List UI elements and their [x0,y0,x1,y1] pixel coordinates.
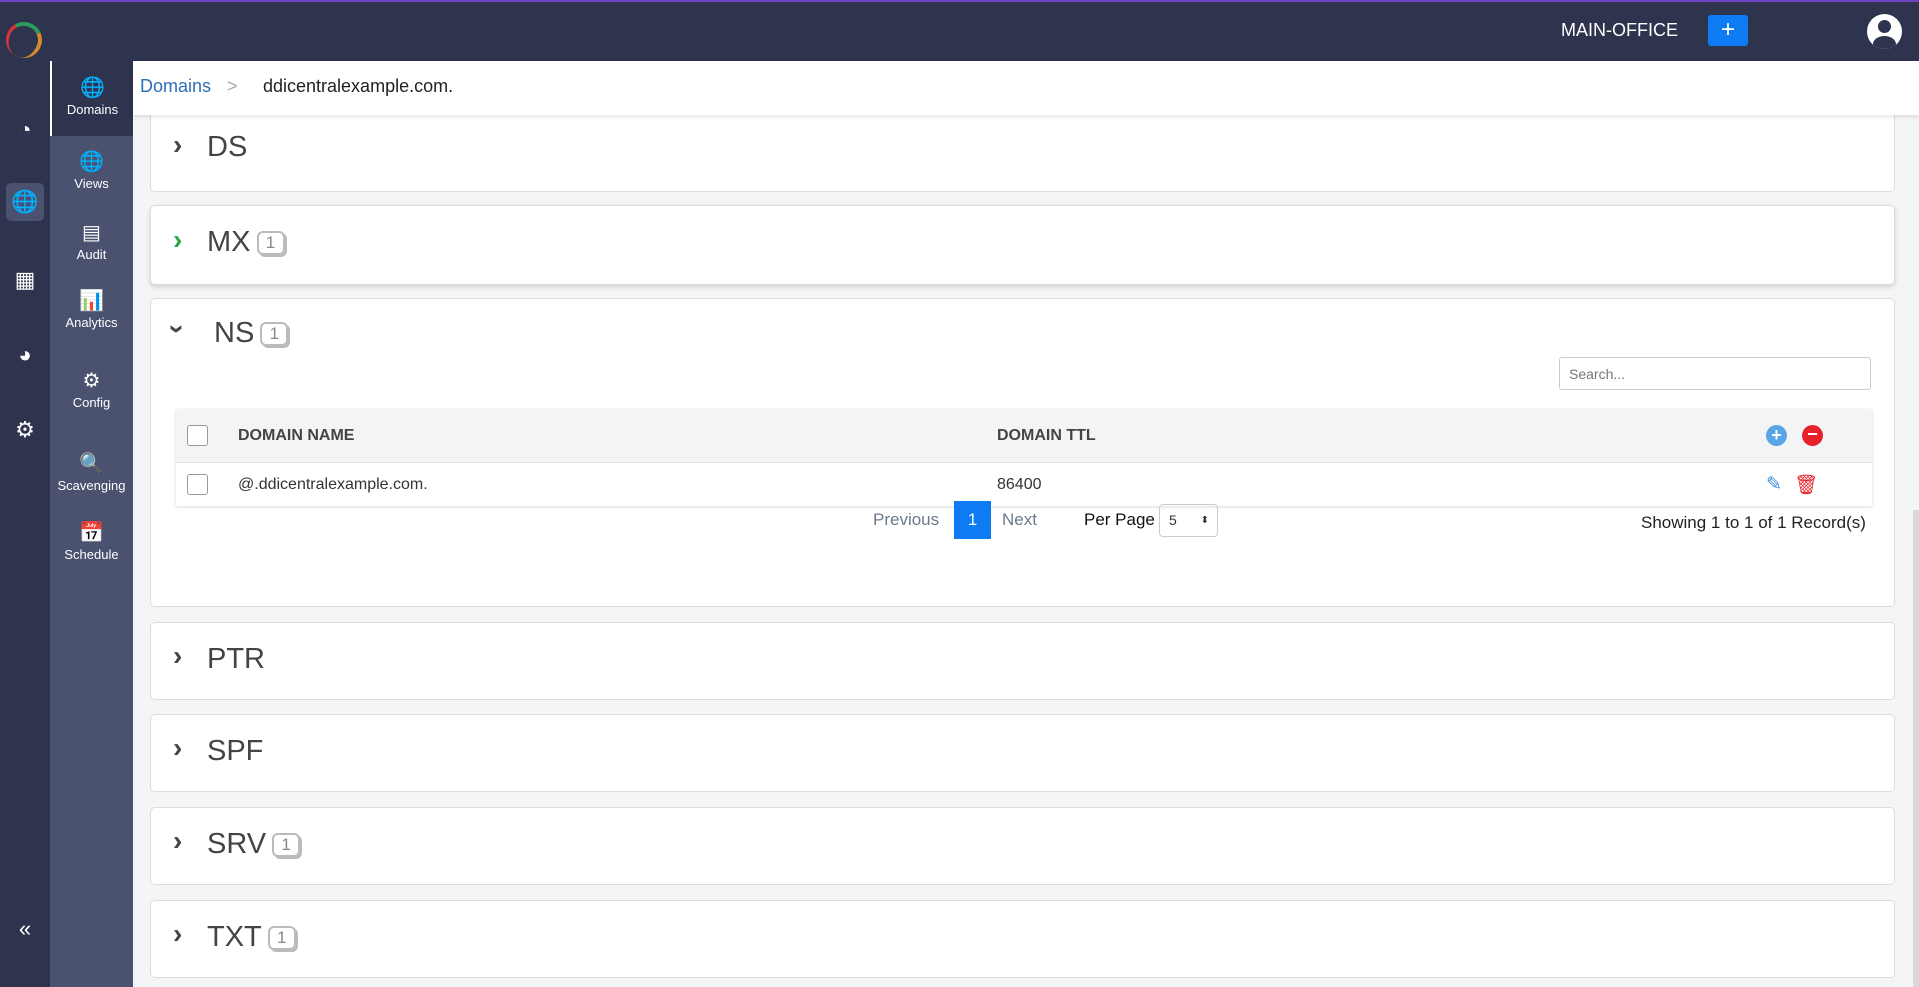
section-ns: › NS1 DOMAIN NAME DOMAIN TTL + − @.ddice… [150,298,1895,607]
main-rail: ◔ 🌐 ▦ ◕ ⚙ « [0,61,50,987]
column-domain-name[interactable]: DOMAIN NAME [238,427,354,445]
section-title-text: NS [214,317,255,349]
previous-button[interactable]: Previous [873,501,939,539]
breadcrumb-domains-link[interactable]: Domains [140,76,211,97]
analytics-icon: 📊 [79,290,104,312]
sidebar-label: Scavenging [57,478,126,493]
showing-records-text: Showing 1 to 1 of 1 Record(s) [1641,513,1866,532]
dns-sidebar: 🌐 Domains 🌐 Views ▤ Audit 📊 Analytics ⚙ Confi… [50,61,133,987]
per-page-value: 5 [1169,512,1177,528]
section-title[interactable]: PTR [207,643,265,676]
scavenging-icon: 🔍 [79,453,104,475]
user-avatar-icon[interactable] [1867,14,1902,49]
row-checkbox[interactable] [187,474,208,495]
per-page-label: Per Page [1084,510,1155,529]
trash-icon[interactable]: 🗑 [1794,473,1818,497]
ipam-icon[interactable]: ▦ [6,261,44,299]
scrollbar[interactable] [1913,510,1919,987]
globe-com-icon: 🌐 [80,77,105,99]
chevron-right-icon[interactable]: › [173,732,182,764]
sidebar-item-audit[interactable]: ▤ Audit [50,220,133,262]
collapse-icon[interactable]: « [6,910,44,948]
settings-icon[interactable]: ⚙ [6,411,44,449]
dns-icon[interactable]: 🌐 [6,183,44,221]
chevron-right-icon[interactable]: › [173,129,182,161]
sidebar-item-scavenging[interactable]: 🔍 Scavenging [50,451,133,493]
section-title[interactable]: TXT 1 [207,921,296,954]
office-label[interactable]: MAIN-OFFICE [1561,20,1678,41]
section-ptr[interactable]: › PTR [150,622,1895,700]
chevron-right-icon[interactable]: › [173,640,182,672]
add-button[interactable]: + [1708,15,1748,46]
section-spf[interactable]: › SPF [150,714,1895,792]
count-badge: 1 [272,833,301,858]
sidebar-item-views[interactable]: 🌐 Views [50,149,133,191]
ns-records-table: DOMAIN NAME DOMAIN TTL + − @.ddicentrale… [176,409,1872,506]
page-1-button[interactable]: 1 [954,501,991,539]
sidebar-label: Audit [76,247,107,262]
chevron-right-icon[interactable]: › [173,224,182,256]
section-title-text: TXT [207,921,262,953]
sidebar-item-schedule[interactable]: 📅 Schedule [50,520,133,562]
sidebar-item-analytics[interactable]: 📊 Analytics [50,288,133,330]
column-domain-ttl[interactable]: DOMAIN TTL [997,427,1096,445]
chevron-down-icon[interactable]: › [162,324,194,333]
breadcrumb: Domains > ddicentralexample.com. [133,61,1919,115]
section-title[interactable]: DS [207,131,247,164]
section-title-text: SRV [207,828,267,860]
section-title[interactable]: MX 1 [207,226,285,259]
section-mx[interactable]: › MX 1 [150,205,1895,285]
reports-icon[interactable]: ◕ [6,336,44,374]
section-title-text: MX [207,226,251,258]
domain-ttl-cell: 86400 [997,476,1042,493]
breadcrumb-current: ddicentralexample.com. [263,76,454,96]
count-badge: 1 [256,231,285,256]
section-title[interactable]: SPF [207,735,263,768]
sort-caret-icon: ⬍ [1200,515,1209,526]
add-record-icon[interactable]: + [1766,425,1787,446]
app-logo[interactable] [0,16,48,64]
sidebar-item-config[interactable]: ⚙ Config [50,368,133,410]
dashboard-icon[interactable]: ◔ [6,111,44,149]
top-bar: MAIN-OFFICE + [0,0,1919,64]
remove-records-icon[interactable]: − [1802,425,1823,446]
gears-icon: ⚙ [82,370,101,392]
count-badge: 1 [260,322,289,347]
sidebar-item-domains[interactable]: 🌐 Domains [50,61,133,136]
domain-name-cell: @.ddicentralexample.com. [238,476,428,493]
sidebar-label: Schedule [64,547,119,562]
audit-icon: ▤ [82,222,101,244]
table-row: @.ddicentralexample.com. 86400 ✎ 🗑 [176,462,1872,506]
sidebar-label: Config [72,395,111,410]
sidebar-label: Domains [66,102,119,117]
sidebar-label: Views [74,176,109,191]
section-title[interactable]: SRV 1 [207,828,301,861]
edit-icon[interactable]: ✎ [1766,473,1782,496]
globe-views-icon: 🌐 [79,151,104,173]
table-header: DOMAIN NAME DOMAIN TTL + − [176,409,1872,462]
section-srv[interactable]: › SRV 1 [150,807,1895,885]
select-all-checkbox[interactable] [187,425,208,446]
count-badge: 1 [267,926,296,951]
section-title[interactable]: NS 1 [214,317,289,350]
next-button[interactable]: Next [1002,501,1037,539]
chevron-right-icon[interactable]: › [173,918,182,950]
section-txt[interactable]: › TXT 1 [150,900,1895,978]
per-page-select[interactable]: 5 ⬍ [1159,504,1218,537]
breadcrumb-separator: > [227,76,238,96]
sidebar-label: Analytics [65,315,118,330]
calendar-icon: 📅 [79,522,104,544]
search-input[interactable] [1559,357,1871,390]
chevron-right-icon[interactable]: › [173,825,182,857]
